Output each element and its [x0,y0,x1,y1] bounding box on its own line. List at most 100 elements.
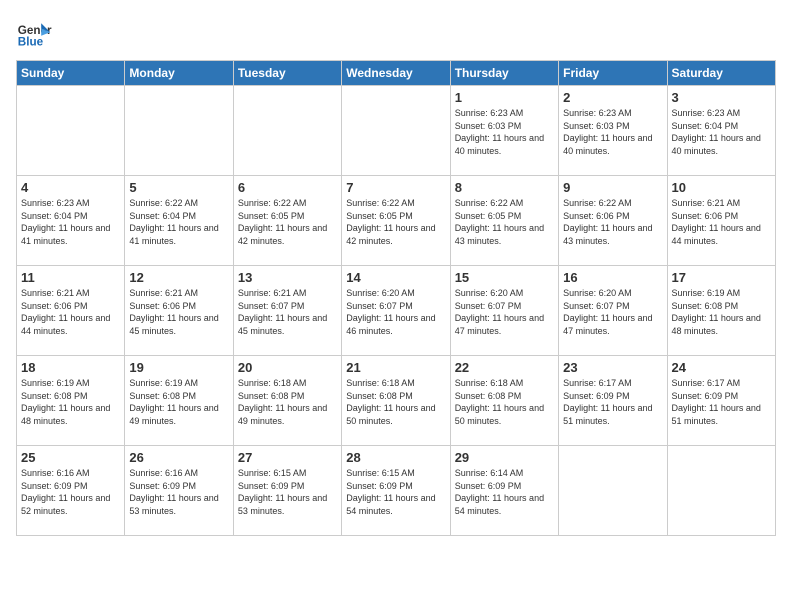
calendar-table: SundayMondayTuesdayWednesdayThursdayFrid… [16,60,776,536]
column-header-tuesday: Tuesday [233,61,341,86]
cell-info: Sunrise: 6:15 AM Sunset: 6:09 PM Dayligh… [346,467,445,517]
cell-info: Sunrise: 6:19 AM Sunset: 6:08 PM Dayligh… [672,287,771,337]
cell-info: Sunrise: 6:22 AM Sunset: 6:05 PM Dayligh… [238,197,337,247]
day-number: 5 [129,180,228,195]
day-number: 23 [563,360,662,375]
calendar-cell: 26Sunrise: 6:16 AM Sunset: 6:09 PM Dayli… [125,446,233,536]
cell-info: Sunrise: 6:16 AM Sunset: 6:09 PM Dayligh… [129,467,228,517]
cell-info: Sunrise: 6:23 AM Sunset: 6:03 PM Dayligh… [455,107,554,157]
cell-info: Sunrise: 6:19 AM Sunset: 6:08 PM Dayligh… [21,377,120,427]
day-number: 6 [238,180,337,195]
logo-icon: General Blue [16,16,52,52]
calendar-cell: 2 Sunrise: 6:23 AM Sunset: 6:03 PM Daylig… [559,86,667,176]
cell-info: Sunrise: 6:20 AM Sunset: 6:07 PM Dayligh… [455,287,554,337]
calendar-cell: 15Sunrise: 6:20 AM Sunset: 6:07 PM Dayli… [450,266,558,356]
day-number: 8 [455,180,554,195]
calendar-header: SundayMondayTuesdayWednesdayThursdayFrid… [17,61,776,86]
cell-info: Sunrise: 6:14 AM Sunset: 6:09 PM Dayligh… [455,467,554,517]
cell-info: Sunrise: 6:20 AM Sunset: 6:07 PM Dayligh… [563,287,662,337]
calendar-cell: 27Sunrise: 6:15 AM Sunset: 6:09 PM Dayli… [233,446,341,536]
calendar-cell: 18Sunrise: 6:19 AM Sunset: 6:08 PM Dayli… [17,356,125,446]
calendar-cell [125,86,233,176]
calendar-cell: 9 Sunrise: 6:22 AM Sunset: 6:06 PM Daylig… [559,176,667,266]
calendar-cell: 1 Sunrise: 6:23 AM Sunset: 6:03 PM Daylig… [450,86,558,176]
cell-info: Sunrise: 6:21 AM Sunset: 6:06 PM Dayligh… [21,287,120,337]
calendar-week-3: 11 Sunrise: 6:21 AM Sunset: 6:06 PM Dayli… [17,266,776,356]
calendar-cell: 25 Sunrise: 6:16 AM Sunset: 6:09 PM Dayli… [17,446,125,536]
logo: General Blue [16,16,52,52]
calendar-cell [342,86,450,176]
calendar-cell: 3Sunrise: 6:23 AM Sunset: 6:04 PM Daylig… [667,86,775,176]
calendar-week-2: 4Sunrise: 6:23 AM Sunset: 6:04 PM Daylig… [17,176,776,266]
calendar-cell: 13 Sunrise: 6:21 AM Sunset: 6:07 PM Dayli… [233,266,341,356]
day-number: 12 [129,270,228,285]
calendar-cell: 24 Sunrise: 6:17 AM Sunset: 6:09 PM Dayli… [667,356,775,446]
cell-info: Sunrise: 6:18 AM Sunset: 6:08 PM Dayligh… [455,377,554,427]
cell-info: Sunrise: 6:18 AM Sunset: 6:08 PM Dayligh… [238,377,337,427]
cell-info: Sunrise: 6:21 AM Sunset: 6:06 PM Dayligh… [129,287,228,337]
calendar-cell [667,446,775,536]
calendar-week-1: 1 Sunrise: 6:23 AM Sunset: 6:03 PM Daylig… [17,86,776,176]
cell-info: Sunrise: 6:21 AM Sunset: 6:06 PM Dayligh… [672,197,771,247]
cell-info: Sunrise: 6:16 AM Sunset: 6:09 PM Dayligh… [21,467,120,517]
calendar-cell: 21 Sunrise: 6:18 AM Sunset: 6:08 PM Dayli… [342,356,450,446]
day-number: 1 [455,90,554,105]
page-header: General Blue [16,16,776,52]
day-number: 29 [455,450,554,465]
day-number: 3 [672,90,771,105]
calendar-cell: 7Sunrise: 6:22 AM Sunset: 6:05 PM Daylig… [342,176,450,266]
calendar-cell [17,86,125,176]
calendar-cell: 12 Sunrise: 6:21 AM Sunset: 6:06 PM Dayli… [125,266,233,356]
calendar-cell: 20 Sunrise: 6:18 AM Sunset: 6:08 PM Dayli… [233,356,341,446]
day-number: 28 [346,450,445,465]
day-number: 21 [346,360,445,375]
day-number: 10 [672,180,771,195]
column-header-thursday: Thursday [450,61,558,86]
cell-info: Sunrise: 6:23 AM Sunset: 6:04 PM Dayligh… [21,197,120,247]
calendar-cell: 11 Sunrise: 6:21 AM Sunset: 6:06 PM Dayli… [17,266,125,356]
day-number: 14 [346,270,445,285]
cell-info: Sunrise: 6:19 AM Sunset: 6:08 PM Dayligh… [129,377,228,427]
cell-info: Sunrise: 6:20 AM Sunset: 6:07 PM Dayligh… [346,287,445,337]
day-number: 9 [563,180,662,195]
calendar-cell: 29 Sunrise: 6:14 AM Sunset: 6:09 PM Dayli… [450,446,558,536]
cell-info: Sunrise: 6:23 AM Sunset: 6:03 PM Dayligh… [563,107,662,157]
column-header-monday: Monday [125,61,233,86]
day-number: 19 [129,360,228,375]
calendar-cell [559,446,667,536]
calendar-cell: 22 Sunrise: 6:18 AM Sunset: 6:08 PM Dayli… [450,356,558,446]
column-header-sunday: Sunday [17,61,125,86]
calendar-cell: 28 Sunrise: 6:15 AM Sunset: 6:09 PM Dayli… [342,446,450,536]
calendar-body: 1 Sunrise: 6:23 AM Sunset: 6:03 PM Daylig… [17,86,776,536]
calendar-cell: 14 Sunrise: 6:20 AM Sunset: 6:07 PM Dayli… [342,266,450,356]
day-number: 25 [21,450,120,465]
cell-info: Sunrise: 6:22 AM Sunset: 6:06 PM Dayligh… [563,197,662,247]
column-header-wednesday: Wednesday [342,61,450,86]
day-number: 11 [21,270,120,285]
day-number: 16 [563,270,662,285]
cell-info: Sunrise: 6:18 AM Sunset: 6:08 PM Dayligh… [346,377,445,427]
calendar-week-5: 25 Sunrise: 6:16 AM Sunset: 6:09 PM Dayli… [17,446,776,536]
cell-info: Sunrise: 6:17 AM Sunset: 6:09 PM Dayligh… [672,377,771,427]
svg-text:Blue: Blue [18,36,44,49]
day-number: 22 [455,360,554,375]
cell-info: Sunrise: 6:22 AM Sunset: 6:04 PM Dayligh… [129,197,228,247]
day-number: 27 [238,450,337,465]
day-number: 17 [672,270,771,285]
calendar-cell: 19 Sunrise: 6:19 AM Sunset: 6:08 PM Dayli… [125,356,233,446]
column-header-saturday: Saturday [667,61,775,86]
day-number: 20 [238,360,337,375]
cell-info: Sunrise: 6:22 AM Sunset: 6:05 PM Dayligh… [346,197,445,247]
day-number: 24 [672,360,771,375]
day-number: 13 [238,270,337,285]
header-row: SundayMondayTuesdayWednesdayThursdayFrid… [17,61,776,86]
day-number: 2 [563,90,662,105]
calendar-cell: 10 Sunrise: 6:21 AM Sunset: 6:06 PM Dayli… [667,176,775,266]
calendar-cell: 17 Sunrise: 6:19 AM Sunset: 6:08 PM Dayli… [667,266,775,356]
calendar-cell [233,86,341,176]
column-header-friday: Friday [559,61,667,86]
calendar-cell: 6 Sunrise: 6:22 AM Sunset: 6:05 PM Daylig… [233,176,341,266]
calendar-week-4: 18Sunrise: 6:19 AM Sunset: 6:08 PM Dayli… [17,356,776,446]
cell-info: Sunrise: 6:21 AM Sunset: 6:07 PM Dayligh… [238,287,337,337]
calendar-cell: 5 Sunrise: 6:22 AM Sunset: 6:04 PM Daylig… [125,176,233,266]
